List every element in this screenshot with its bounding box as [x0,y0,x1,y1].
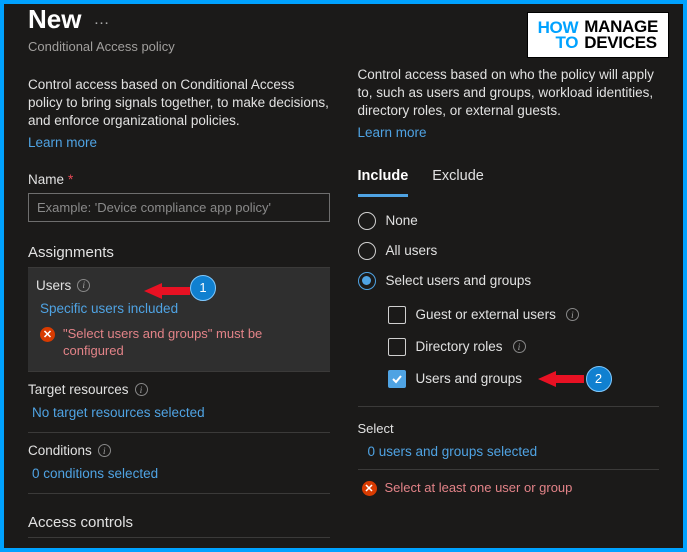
error-icon: ✕ [40,327,55,342]
target-value[interactable]: No target resources selected [28,405,330,420]
more-menu-icon[interactable]: … [93,11,110,29]
required-icon: * [68,172,73,187]
page-title: New [28,4,81,35]
learn-more-link[interactable]: Learn more [28,135,330,150]
info-icon[interactable]: i [566,308,579,321]
annotation-arrow-2 [538,370,584,388]
conditions-item[interactable]: Conditions i 0 conditions selected [28,433,330,494]
users-error: "Select users and groups" must be config… [63,326,322,360]
users-item[interactable]: Users i Specific users included ✕ "Selec… [28,268,330,373]
radio-icon [358,272,376,290]
checkbox-label: Directory roles [416,339,503,354]
radio-icon [358,242,376,260]
checkbox-icon [388,370,406,388]
error-icon: ✕ [362,481,377,496]
info-icon[interactable]: i [135,383,148,396]
checkbox-guest-users[interactable]: Guest or external users i [388,306,660,324]
target-label: Target resources [28,382,129,397]
info-icon[interactable]: i [98,444,111,457]
assignments-header: Assignments [28,244,330,268]
info-icon[interactable]: i [513,340,526,353]
radio-label: All users [386,243,438,258]
checkbox-directory-roles[interactable]: Directory roles i [388,338,660,356]
logo-howtomanagedevices: HOW TO MANAGE DEVICES [527,12,669,58]
annotation-badge-1: 1 [190,275,216,301]
name-input[interactable] [28,193,330,222]
users-label: Users [36,278,71,293]
select-users-link[interactable]: 0 users and groups selected [358,444,660,459]
learn-more-link-right[interactable]: Learn more [358,125,660,140]
target-resources-item[interactable]: Target resources i No target resources s… [28,372,330,433]
annotation-arrow-1 [144,282,190,300]
info-icon[interactable]: i [77,279,90,292]
breadcrumb: Conditional Access policy [28,39,330,54]
right-description: Control access based on who the policy w… [358,66,660,121]
radio-label: Select users and groups [386,273,532,288]
name-label: Name [28,172,64,187]
conditions-value[interactable]: 0 conditions selected [28,466,330,481]
radio-none[interactable]: None [358,212,660,230]
left-description: Control access based on Conditional Acce… [28,76,330,131]
checkbox-label: Users and groups [416,371,523,386]
conditions-label: Conditions [28,443,92,458]
access-controls-header: Access controls [28,514,330,538]
select-error: Select at least one user or group [385,480,573,497]
checkbox-icon [388,338,406,356]
select-header: Select [358,421,660,436]
users-value[interactable]: Specific users included [36,301,322,316]
checkbox-icon [388,306,406,324]
radio-select-users-groups[interactable]: Select users and groups [358,272,660,290]
radio-icon [358,212,376,230]
radio-all-users[interactable]: All users [358,242,660,260]
checkbox-users-and-groups[interactable]: Users and groups 2 [388,370,660,388]
checkbox-label: Guest or external users [416,307,556,322]
annotation-badge-2: 2 [586,366,612,392]
tab-exclude[interactable]: Exclude [432,162,484,197]
radio-label: None [386,213,418,228]
tab-include[interactable]: Include [358,162,409,197]
